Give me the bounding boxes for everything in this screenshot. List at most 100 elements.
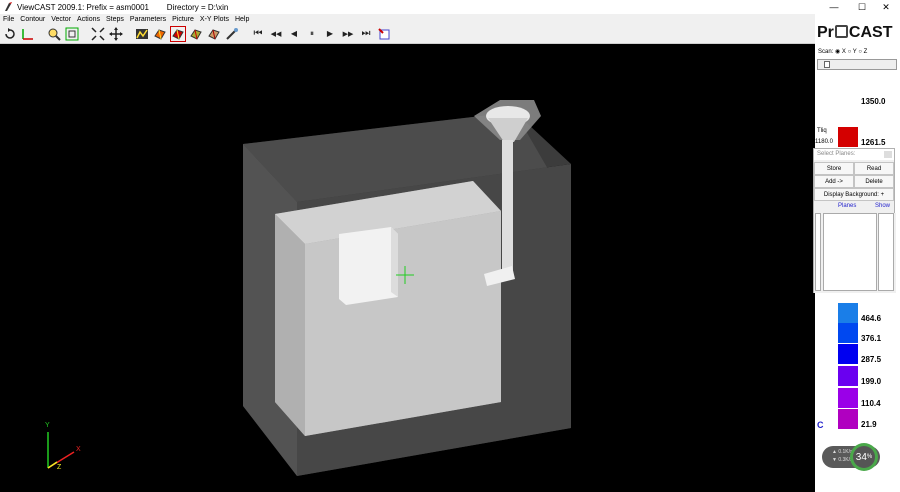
progress-ring: 34% xyxy=(850,443,878,471)
legend-swatch xyxy=(838,127,858,147)
first-step-icon: ⏮ xyxy=(253,28,263,39)
dialog-title: Select Planes: xyxy=(814,149,894,160)
planes-scrollbar[interactable] xyxy=(815,213,821,291)
step-back-button[interactable]: ◀ xyxy=(286,26,302,42)
last-step-icon: ⏭ xyxy=(361,28,371,39)
legend-value: 287.5 xyxy=(861,355,882,364)
close-icon: ✕ xyxy=(882,1,890,12)
maximize-icon: ☐ xyxy=(857,1,867,12)
cooling-rate-widget: ▲ 0.1K/s ▼ 0.3K/s 34% xyxy=(822,443,880,471)
menu-parameters[interactable]: Parameters xyxy=(130,16,166,23)
dialog-close-icon[interactable] xyxy=(884,151,892,158)
menu-help[interactable]: Help xyxy=(235,16,249,23)
minimize-icon: — xyxy=(829,2,839,12)
legend-swatch xyxy=(838,303,858,323)
legend-swatch xyxy=(838,344,858,364)
contour-icon[interactable] xyxy=(134,26,150,42)
step-forward-icon: ▶ xyxy=(326,29,334,38)
logo-text-pre: Pr xyxy=(817,24,834,41)
z-axis-label: Z xyxy=(57,464,62,471)
temperature-unit: C xyxy=(817,420,824,430)
solid-view-selected-icon[interactable] xyxy=(170,25,186,42)
fast-forward-icon: ▶▶ xyxy=(342,30,354,38)
minimize-button[interactable]: — xyxy=(820,0,848,14)
legend-value: 199.0 xyxy=(861,377,882,386)
slider-thumb[interactable] xyxy=(824,61,830,68)
viewcast-app-icon xyxy=(5,2,12,11)
step-back-icon: ◀ xyxy=(290,29,298,38)
show-column: Show xyxy=(874,203,890,209)
pause-icon: ⏸ xyxy=(310,28,314,38)
solid-view-icon[interactable] xyxy=(152,26,168,42)
procast-logo: Pr CAST xyxy=(815,24,900,46)
menu-actions[interactable]: Actions xyxy=(77,16,100,23)
legend-value: 1261.5 xyxy=(861,138,886,147)
legend-swatch xyxy=(838,366,858,386)
legend-value: 21.9 xyxy=(861,420,877,429)
window-title: ViewCAST 2009.1: Prefix = asm0001 Direct… xyxy=(17,2,229,12)
show-listbox[interactable] xyxy=(878,213,894,291)
fast-back-button[interactable]: ◀◀ xyxy=(268,26,284,42)
store-button[interactable]: Store xyxy=(814,162,854,175)
display-background-button[interactable]: Display Background: + xyxy=(814,188,894,201)
menu-xy-plots[interactable]: X-Y Plots xyxy=(200,16,229,23)
zoom-icon[interactable] xyxy=(46,26,62,42)
probe-icon[interactable] xyxy=(224,26,240,42)
scan-radio-z[interactable]: ○ Z xyxy=(858,49,867,55)
add-button[interactable]: Add -> xyxy=(814,175,854,188)
scan-radio-x[interactable]: ◉ X xyxy=(835,49,846,55)
x-axis-label: X xyxy=(76,446,81,453)
solid-view-2-icon[interactable] xyxy=(188,26,204,42)
tliq-label: Tliq xyxy=(817,128,827,134)
legend-value: 464.6 xyxy=(861,314,882,323)
scan-label: Scan: xyxy=(818,49,834,55)
scan-radio-y[interactable]: ○ Y xyxy=(848,49,857,55)
planes-list xyxy=(814,213,896,293)
casting-model xyxy=(47,100,571,476)
menu-picture[interactable]: Picture xyxy=(172,16,194,23)
step-forward-button[interactable]: ▶ xyxy=(322,26,338,42)
y-axis-label: Y xyxy=(45,422,50,429)
pan-icon[interactable] xyxy=(108,26,124,42)
fast-forward-button[interactable]: ▶▶ xyxy=(340,26,356,42)
logo-text-post: CAST xyxy=(848,24,893,41)
first-step-button[interactable]: ⏮ xyxy=(250,26,266,42)
scan-z-label: Z xyxy=(863,49,868,55)
fit-icon[interactable] xyxy=(90,26,106,42)
axis-icon[interactable] xyxy=(20,26,36,42)
title-bar: ViewCAST 2009.1: Prefix = asm0001 Direct… xyxy=(0,0,900,14)
planes-column: Planes xyxy=(838,203,857,209)
progress-percent-sign: % xyxy=(866,454,873,460)
legend-swatch xyxy=(838,388,858,408)
scan-x-label: X xyxy=(841,49,846,55)
planes-listbox[interactable] xyxy=(823,213,877,291)
print-icon[interactable] xyxy=(376,26,392,42)
solid-view-3-icon[interactable] xyxy=(206,26,222,42)
legend-value: 110.4 xyxy=(861,399,881,408)
menu-steps[interactable]: Steps xyxy=(106,16,124,23)
tliq-value: 1180.0 xyxy=(815,139,833,145)
3d-viewport[interactable]: Y X Z xyxy=(0,44,815,492)
read-button[interactable]: Read xyxy=(854,162,894,175)
scan-options: Scan: ◉ X ○ Y ○ Z xyxy=(818,48,867,55)
delete-button[interactable]: Delete xyxy=(854,175,894,188)
select-planes-dialog: Select Planes: Store Read Add -> Delete … xyxy=(813,148,896,293)
progress-percent: 34 xyxy=(855,451,867,463)
last-step-button[interactable]: ⏭ xyxy=(358,26,374,42)
fast-back-icon: ◀◀ xyxy=(270,30,282,38)
legend-swatch xyxy=(838,409,858,429)
scan-slider[interactable] xyxy=(817,59,897,70)
menu-vector[interactable]: Vector xyxy=(51,16,71,23)
zoom-box-icon[interactable] xyxy=(64,26,80,42)
menu-file[interactable]: File xyxy=(3,16,14,23)
scan-y-label: Y xyxy=(852,49,857,55)
close-button[interactable]: ✕ xyxy=(872,0,900,14)
menu-bar: File Contour Vector Actions Steps Parame… xyxy=(0,14,815,24)
planes-list-header: Planes Show xyxy=(814,201,894,210)
legend-value: 376.1 xyxy=(861,334,882,343)
rotate-icon[interactable] xyxy=(2,26,18,42)
menu-contour[interactable]: Contour xyxy=(20,16,45,23)
legend-swatch xyxy=(838,323,858,343)
legend-value: 1350.0 xyxy=(861,97,886,106)
pause-button[interactable]: ⏸ xyxy=(304,26,320,42)
